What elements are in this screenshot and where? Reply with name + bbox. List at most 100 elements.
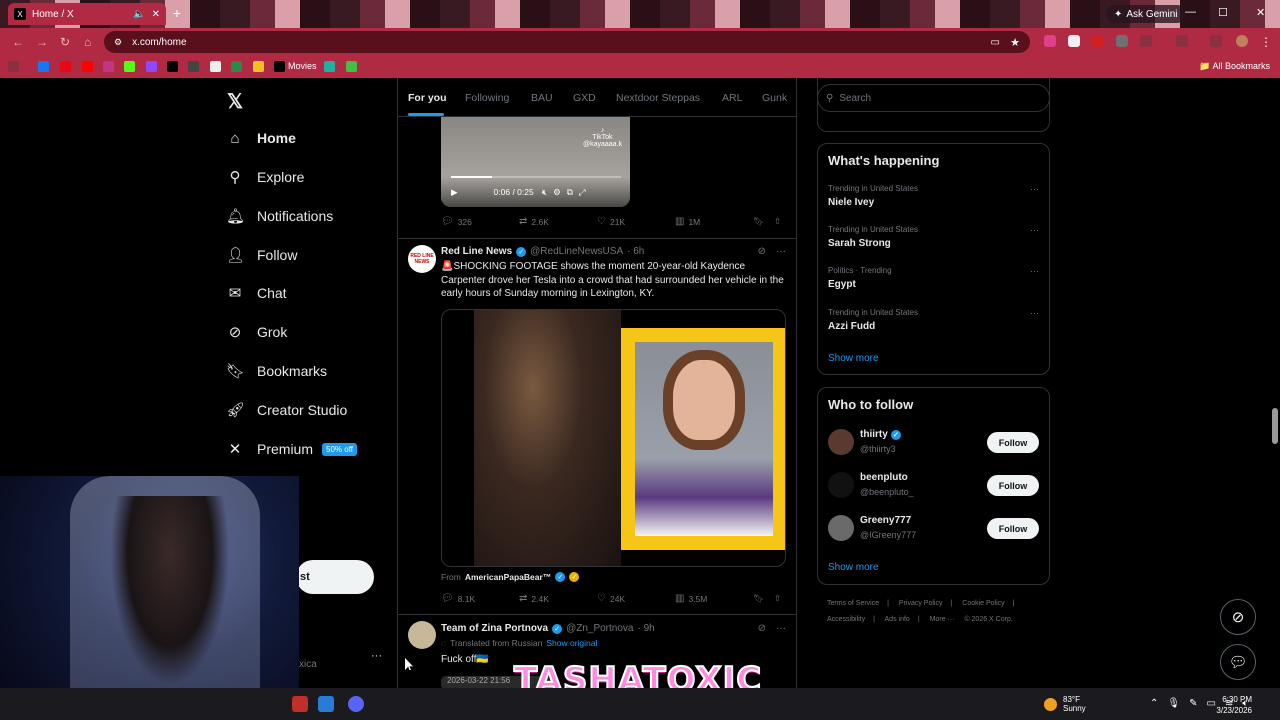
browser-tab-home[interactable]: X Home / X 🔈 ✕ xyxy=(8,3,166,25)
discord-icon[interactable] xyxy=(348,696,364,712)
views-button[interactable]: ▥ 3.5M xyxy=(675,593,707,604)
tweet2-avatar[interactable]: RED LINE NEWS xyxy=(408,245,436,273)
avatar[interactable] xyxy=(828,429,854,455)
notepad-icon[interactable] xyxy=(318,696,334,712)
bookmark-icon[interactable] xyxy=(210,61,221,72)
ask-gemini-button[interactable]: ✦ Ask Gemini xyxy=(1106,5,1186,23)
bookmark-tweet-icon[interactable]: 🔖︎ xyxy=(753,216,764,227)
home-browser-icon[interactable]: ⌂ xyxy=(84,35,91,49)
chevron-up-icon[interactable]: ⌃ xyxy=(1150,698,1158,709)
tab-for-you[interactable]: For you xyxy=(408,92,447,104)
account-more-icon[interactable]: ··· xyxy=(371,650,382,662)
pen-icon[interactable]: ✎ xyxy=(1189,698,1197,709)
extension-icon[interactable] xyxy=(1092,35,1104,47)
scrollbar-thumb[interactable] xyxy=(1272,408,1278,444)
trend-name[interactable]: Sarah Strong xyxy=(828,238,891,249)
share-icon[interactable]: ⇧ xyxy=(774,593,781,604)
reply-button[interactable]: 💬︎ 326 xyxy=(441,216,472,227)
suggestion-name[interactable]: thiirty ✓ xyxy=(860,429,901,440)
nav-home[interactable]: ⌂ Home xyxy=(226,123,295,153)
from-account[interactable]: AmericanPapaBear™ xyxy=(465,572,551,582)
extension-icon[interactable] xyxy=(1210,35,1222,47)
nav-grok[interactable]: ⊘ Grok xyxy=(226,317,288,347)
tweet2-handle[interactable]: @RedLineNewsUSA xyxy=(530,246,623,257)
more-icon[interactable]: ··· xyxy=(776,246,786,257)
extension-icon[interactable] xyxy=(1116,35,1128,47)
reply-button[interactable]: 💬︎ 8.1K xyxy=(441,593,475,604)
taskbar-clock[interactable]: 6:30 PM 3/23/2026 xyxy=(1216,694,1252,716)
bookmark-icon[interactable] xyxy=(253,61,264,72)
browser-menu-icon[interactable]: ⋮ xyxy=(1260,35,1272,49)
nav-bookmarks[interactable]: 🔖︎ Bookmarks xyxy=(226,356,327,386)
kick-icon[interactable] xyxy=(124,61,135,72)
fullscreen-icon[interactable]: ⤢ xyxy=(579,187,586,198)
settings-icon[interactable]: ⚙ xyxy=(553,187,561,198)
bookmark-icon[interactable] xyxy=(346,61,357,72)
back-icon[interactable]: ← xyxy=(12,35,24,49)
forward-icon[interactable]: → xyxy=(36,35,48,49)
trend-more-icon[interactable]: ··· xyxy=(1030,184,1039,194)
bookmark-movies[interactable]: Movies xyxy=(288,61,317,71)
trend-name[interactable]: Azzi Fudd xyxy=(828,321,875,332)
tweet2-media[interactable] xyxy=(441,309,786,567)
views-button[interactable]: ▥ 1M xyxy=(675,216,700,227)
x-bookmark-icon[interactable] xyxy=(167,61,178,72)
x-logo-icon[interactable]: 𝕏 xyxy=(227,89,243,114)
nav-follow[interactable]: 👤︎ Follow xyxy=(226,240,297,270)
like-button[interactable]: ♡ 24K xyxy=(597,593,625,604)
microphone-icon[interactable]: 🎙︎ xyxy=(1167,698,1180,709)
trend-more-icon[interactable]: ··· xyxy=(1030,225,1039,235)
trend-more-icon[interactable]: ··· xyxy=(1030,266,1039,276)
play-icon[interactable]: ▶ xyxy=(451,187,458,198)
taskbar-app-icon[interactable] xyxy=(292,696,308,712)
maximize-icon[interactable]: ☐ xyxy=(1218,6,1228,19)
tab-gunk[interactable]: Gunk xyxy=(762,92,787,104)
reload-icon[interactable]: ↻ xyxy=(60,35,70,49)
show-more-follow[interactable]: Show more xyxy=(828,562,879,573)
grok-explain-icon[interactable]: ⊘ xyxy=(758,623,766,634)
search-input[interactable]: ⚲ Search xyxy=(817,84,1050,112)
extension-icon[interactable] xyxy=(1068,35,1080,47)
nav-explore[interactable]: ⚲ Explore xyxy=(226,162,305,192)
avatar[interactable] xyxy=(828,472,854,498)
bookmark-icon[interactable] xyxy=(324,61,335,72)
close-window-icon[interactable]: ✕ xyxy=(1256,6,1265,19)
footer-link-privacy[interactable]: Privacy Policy xyxy=(899,600,943,607)
suggestion-name[interactable]: beenpluto xyxy=(860,472,908,483)
footer-link-cookie[interactable]: Cookie Policy xyxy=(962,600,1004,607)
trend-name[interactable]: Niele Ivey xyxy=(828,197,874,208)
pip-icon[interactable]: ⧉ xyxy=(567,187,573,198)
minimize-icon[interactable]: — xyxy=(1185,6,1196,18)
site-info-icon[interactable]: ⚙ xyxy=(114,37,122,48)
new-tab-button[interactable]: + xyxy=(170,6,184,20)
like-button[interactable]: ♡ 21K xyxy=(597,216,625,227)
share-icon[interactable]: ⇧ xyxy=(774,216,781,227)
nav-notifications[interactable]: 🔔︎ Notifications xyxy=(226,201,333,231)
page-scrollbar[interactable] xyxy=(1270,78,1280,688)
cast-icon[interactable]: ▭ xyxy=(991,37,1000,48)
grok-fab-icon[interactable]: ⊘ xyxy=(1220,599,1256,635)
follow-button[interactable]: Follow xyxy=(987,432,1039,453)
follow-button[interactable]: Follow xyxy=(987,518,1039,539)
tab-following[interactable]: Following xyxy=(465,92,509,104)
tab-nextdoor-steppas[interactable]: Nextdoor Steppas xyxy=(616,92,700,104)
footer-link-more[interactable]: More ··· xyxy=(930,616,955,623)
apps-icon[interactable] xyxy=(8,61,19,72)
weather-widget[interactable]: 83°F Sunny xyxy=(1044,695,1086,713)
all-bookmarks[interactable]: 📁 All Bookmarks xyxy=(1199,61,1270,72)
movies-icon[interactable] xyxy=(274,61,285,72)
suggestion-name[interactable]: Greeny777 xyxy=(860,515,911,526)
tweet3-time[interactable]: · 9h xyxy=(637,623,654,634)
twitch-icon[interactable] xyxy=(146,61,157,72)
extension-icon[interactable] xyxy=(1140,35,1152,47)
show-more-trends[interactable]: Show more xyxy=(828,353,879,364)
netflix-icon[interactable] xyxy=(60,61,71,72)
tab-arl[interactable]: ARL xyxy=(722,92,742,104)
profile-avatar[interactable] xyxy=(1236,35,1248,47)
speaker-icon[interactable]: 🔈 xyxy=(133,9,145,20)
show-original-link[interactable]: Show original xyxy=(546,638,597,648)
nav-chat[interactable]: ✉ Chat xyxy=(226,278,287,308)
avatar[interactable] xyxy=(828,515,854,541)
extension-icon[interactable] xyxy=(1044,35,1056,47)
footer-link-accessibility[interactable]: Accessibility xyxy=(827,616,865,623)
